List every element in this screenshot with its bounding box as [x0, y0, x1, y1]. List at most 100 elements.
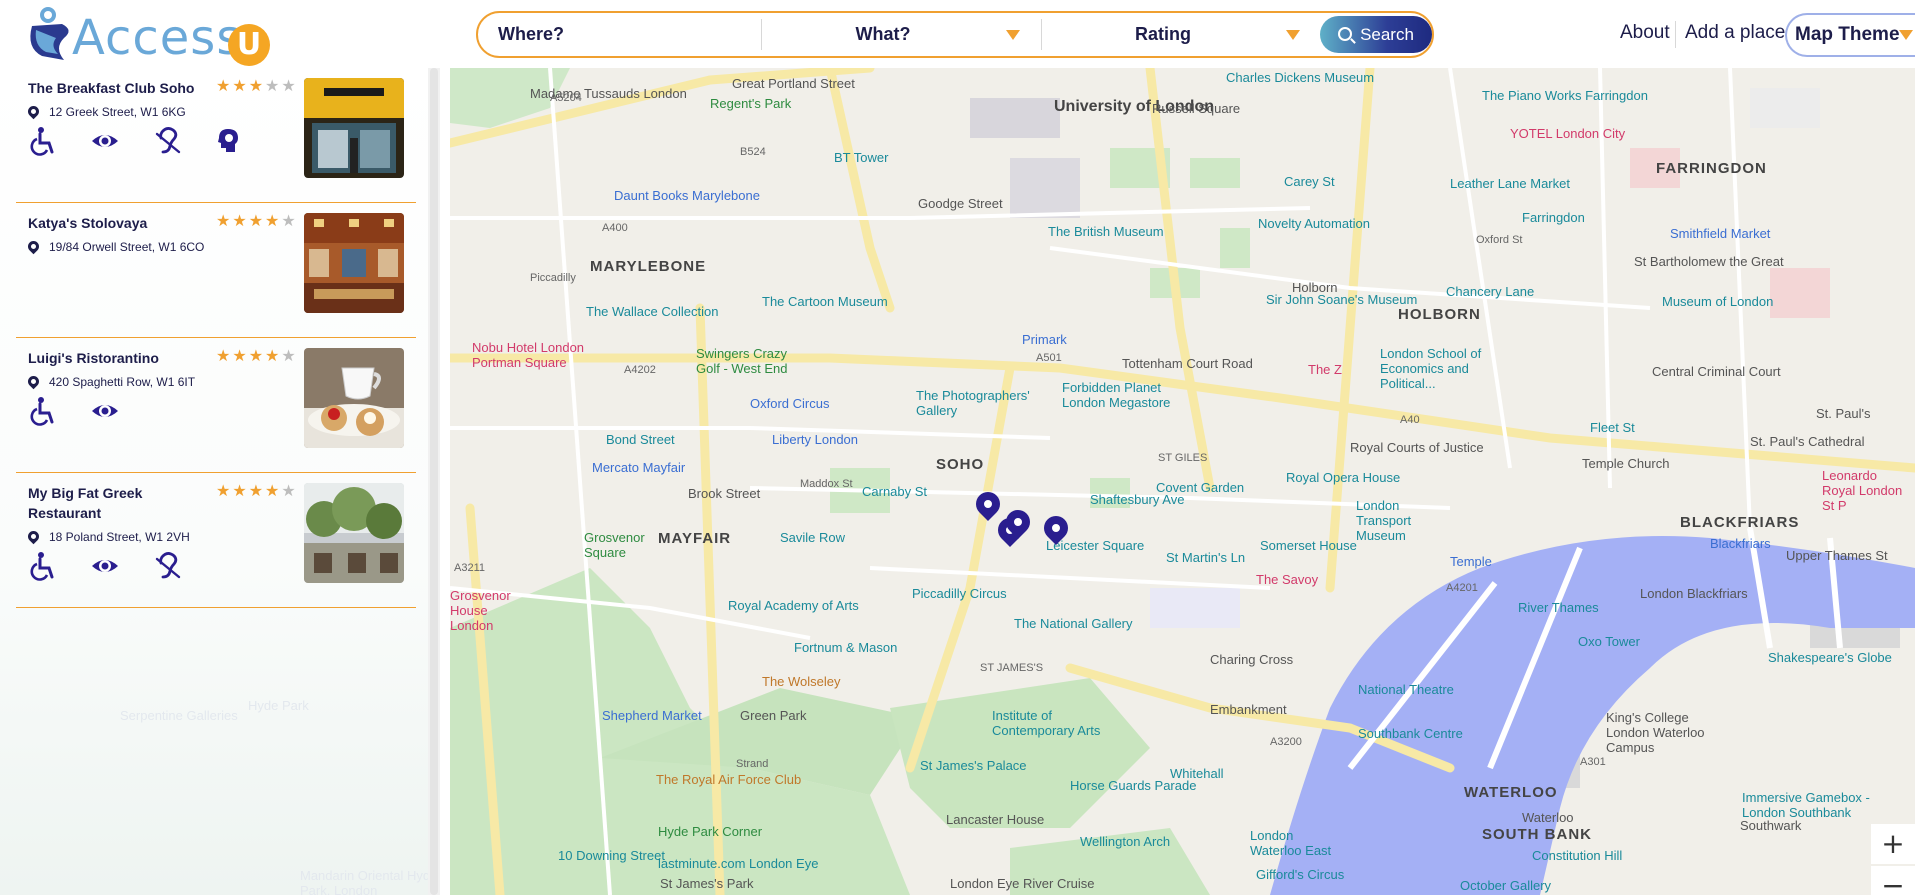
map-theme-dropdown[interactable]: Map Theme — [1785, 13, 1915, 57]
place-photo[interactable] — [304, 348, 404, 448]
nav-add-place-link[interactable]: Add a place — [1685, 22, 1785, 44]
map-label: YOTEL London City — [1510, 126, 1626, 141]
map-label: A3211 — [454, 562, 485, 574]
map-label: Institute of Contemporary Arts — [992, 708, 1101, 738]
accessibility-features — [28, 396, 148, 428]
map-label: A4202 — [624, 364, 656, 376]
map-label: Temple Church — [1582, 456, 1670, 471]
map-label: Strand — [736, 758, 769, 770]
map-label: Charing Cross — [1210, 652, 1294, 667]
map-view[interactable]: MARYLEBONE SOHO MAYFAIR HOLBORN FARRINGD… — [450, 68, 1915, 895]
place-name[interactable]: Luigi's Ristorantino — [28, 348, 218, 368]
place-card[interactable]: My Big Fat Greek Restaurant ★★★★★ 18 Pol… — [16, 473, 416, 608]
star-icon: ★ — [216, 211, 233, 230]
hearing-icon — [155, 552, 181, 579]
what-select[interactable]: What? — [768, 13, 998, 56]
map-label: Grosvenor House London — [450, 588, 511, 633]
map-label: Blackfriars — [1710, 536, 1771, 551]
place-name[interactable]: Katya's Stolovaya — [28, 213, 218, 233]
star-icon: ★ — [281, 211, 298, 230]
star-icon: ★ — [248, 481, 266, 500]
map-label: Fortnum & Mason — [794, 640, 898, 655]
search-button[interactable]: Search — [1320, 16, 1432, 53]
map-label: Piccadilly Circus — [912, 586, 1007, 601]
results-sidebar: Serpentine Galleries Hyde Park Mandarin … — [0, 68, 450, 895]
map-label: London Waterloo East — [1250, 828, 1332, 858]
place-name[interactable]: The Breakfast Club Soho — [28, 78, 218, 98]
sidebar-scroll-thumb[interactable] — [430, 68, 438, 895]
accessibility-features — [28, 551, 209, 583]
map-label: London Eye River Cruise — [950, 876, 1095, 891]
map-district-label: ST GILES — [1158, 452, 1208, 464]
eye-icon — [92, 405, 119, 417]
map-label: Royal Courts of Justice — [1350, 440, 1484, 455]
zoom-out-button[interactable]: − — [1871, 866, 1915, 895]
map-label: A501 — [1036, 352, 1062, 364]
star-icon: ★ — [232, 211, 249, 230]
star-rating: ★★★★★ — [216, 76, 298, 96]
map-label: St. Paul's Cathedral — [1750, 434, 1865, 449]
map-label: Nobu Hotel London Portman Square — [472, 340, 585, 370]
map-theme-chevron-down-icon — [1899, 30, 1913, 40]
map-label: National Theatre — [1358, 682, 1454, 697]
map-label: Somerset House — [1260, 538, 1357, 553]
brand-name: Access — [72, 10, 243, 66]
where-input[interactable] — [498, 13, 748, 56]
place-name[interactable]: My Big Fat Greek Restaurant — [28, 483, 218, 523]
map-label: Museum of London — [1662, 294, 1774, 309]
map-district-label: MAYFAIR — [658, 530, 732, 547]
place-photo[interactable] — [304, 213, 404, 313]
map-label: The Cartoon Museum — [762, 294, 888, 309]
place-address: 18 Poland Street, W1 2VH — [25, 528, 190, 545]
map-label: lastminute.com London Eye — [658, 856, 819, 871]
map-label: Gifford's Circus — [1256, 867, 1345, 882]
map-label: Sir John Soane's Museum — [1266, 292, 1418, 307]
location-pin-icon — [25, 373, 42, 390]
map-label: St Martin's Ln — [1166, 550, 1246, 565]
location-pin-icon — [25, 238, 42, 255]
map-label: Farringdon — [1522, 210, 1585, 225]
star-icon: ★ — [281, 76, 298, 95]
wheelchair-icon — [30, 552, 54, 581]
rating-select[interactable]: Rating — [1048, 13, 1278, 56]
what-select-label: What? — [855, 24, 911, 44]
map-label: The Z — [1308, 362, 1342, 377]
nav-about-link[interactable]: About — [1620, 22, 1670, 44]
star-icon: ★ — [281, 481, 298, 500]
search-button-label: Search — [1360, 25, 1414, 44]
map-district-label: WATERLOO — [1464, 784, 1558, 801]
map-label: Leonardo Royal London St P — [1822, 468, 1903, 513]
map-label: Primark — [1022, 332, 1067, 347]
map-label: Brook Street — [688, 486, 761, 501]
star-rating: ★★★★★ — [216, 211, 298, 231]
map-label: London Transport Museum — [1356, 498, 1412, 543]
place-card[interactable]: Katya's Stolovaya ★★★★★ 19/84 Orwell Str… — [16, 203, 416, 338]
map-label: Oxo Tower — [1578, 634, 1640, 649]
zoom-in-button[interactable]: + — [1871, 824, 1915, 864]
star-icon: ★ — [248, 76, 266, 95]
brand-logo[interactable]: Access U — [24, 4, 284, 66]
map-label: The Wallace Collection — [586, 304, 719, 319]
place-card[interactable]: Luigi's Ristorantino ★★★★★ 420 Spaghetti… — [16, 338, 416, 473]
map-label: BT Tower — [834, 150, 889, 165]
place-address-text: 19/84 Orwell Street, W1 6CO — [49, 240, 205, 254]
map-label: Bond Street — [606, 432, 675, 447]
map-label: Horse Guards Parade — [1070, 778, 1197, 793]
backdrop-label: Serpentine Galleries — [120, 708, 238, 723]
what-chevron-down-icon[interactable] — [1006, 30, 1020, 40]
star-icon: ★ — [281, 346, 298, 365]
rating-chevron-down-icon[interactable] — [1286, 30, 1300, 40]
top-header: Access U What? Rating Search About Add a… — [0, 0, 1915, 68]
star-icon: ★ — [232, 346, 249, 365]
place-photo[interactable] — [304, 483, 404, 583]
map-label: Shakespeare's Globe — [1768, 650, 1892, 665]
map-label: Southwark — [1740, 818, 1802, 833]
map-label: The Piano Works Farringdon — [1482, 88, 1648, 103]
map-label: Savile Row — [780, 530, 846, 545]
map-label: The National Gallery — [1014, 616, 1133, 631]
map-label: St James's Palace — [920, 758, 1027, 773]
map-label: Constitution Hill — [1532, 848, 1623, 863]
place-photo[interactable] — [304, 78, 404, 178]
place-card[interactable]: The Breakfast Club Soho ★★★★★ 12 Greek S… — [16, 68, 416, 203]
map-label: Grosvenor Square — [584, 530, 645, 560]
